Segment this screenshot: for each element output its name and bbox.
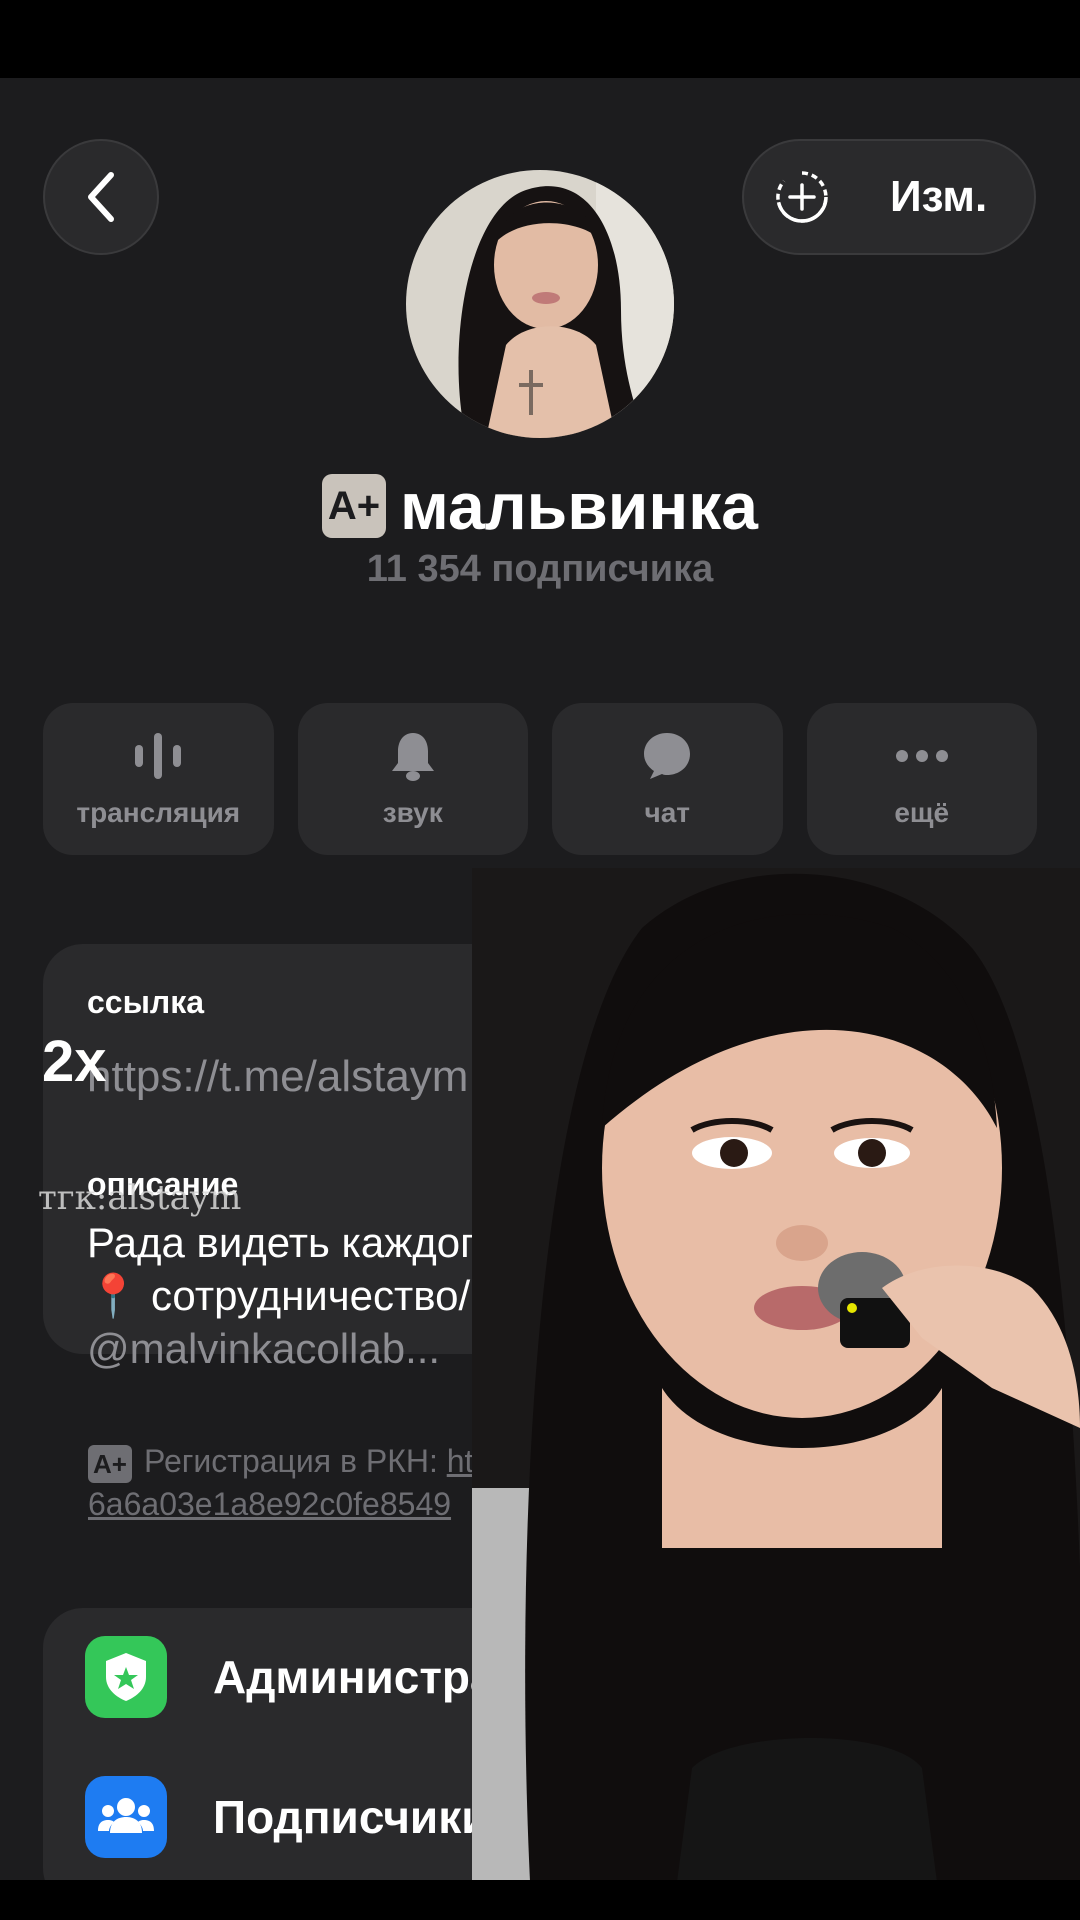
video-frame [472, 868, 1080, 1920]
channel-link[interactable]: https://t.me/alstaym [87, 1052, 468, 1102]
channel-name: мальвинка [400, 469, 758, 543]
voice-chat-icon [135, 733, 182, 779]
channel-avatar[interactable] [406, 170, 674, 438]
playback-speed: 2x [42, 1029, 107, 1094]
add-story-icon [776, 171, 828, 223]
description-line: 📍 сотрудничество/ре [87, 1272, 517, 1319]
shield-star-icon [85, 1636, 167, 1718]
watermark-text: тгк:alstaym [38, 1178, 242, 1218]
action-more[interactable]: ещё [806, 703, 1037, 855]
subscriber-count: 11 354 подписчика [366, 548, 714, 590]
action-label: чат [644, 797, 691, 828]
menu-item-subscribers[interactable]: Подписчики [85, 1776, 490, 1858]
action-label: звук [382, 797, 443, 828]
description-handle[interactable]: @malvinkacollab... [87, 1325, 440, 1373]
action-sound[interactable]: звук [297, 703, 528, 855]
more-icon [895, 750, 948, 762]
menu-label: Подписчики [213, 1791, 490, 1843]
status-bar [0, 0, 1080, 78]
people-icon [85, 1776, 167, 1858]
description-line: Рада видеть каждого у [87, 1219, 531, 1266]
bell-icon [391, 733, 434, 781]
chat-bubble-icon [644, 733, 691, 779]
edit-button[interactable]: Изм. [742, 139, 1036, 255]
bottom-bar [0, 1880, 1080, 1920]
age-rating-badge-small: A+ [88, 1444, 132, 1483]
chevron-left-icon [88, 172, 114, 222]
menu-item-administrators[interactable]: Администра [85, 1636, 496, 1718]
avatar-photo [406, 170, 674, 438]
rkn-link-continued[interactable]: 6a6a03e1a8e92c0fe8549 [88, 1486, 451, 1522]
video-overlay [472, 868, 1080, 1920]
action-row: трансляция звук чат ещё [43, 703, 1037, 855]
action-label: трансляция [76, 797, 241, 828]
action-chat[interactable]: чат [552, 703, 783, 855]
channel-title: A+ мальвинка [0, 468, 1080, 544]
link-label: ссылка [87, 984, 205, 1020]
action-label: ещё [894, 797, 950, 828]
rkn-text: Регистрация в РКН: [144, 1443, 447, 1479]
action-broadcast[interactable]: трансляция [43, 703, 274, 855]
back-button[interactable] [43, 139, 159, 255]
menu-label: Администра [213, 1651, 496, 1703]
edit-label: Изм. [890, 172, 988, 221]
age-rating-badge: A+ [322, 474, 387, 538]
